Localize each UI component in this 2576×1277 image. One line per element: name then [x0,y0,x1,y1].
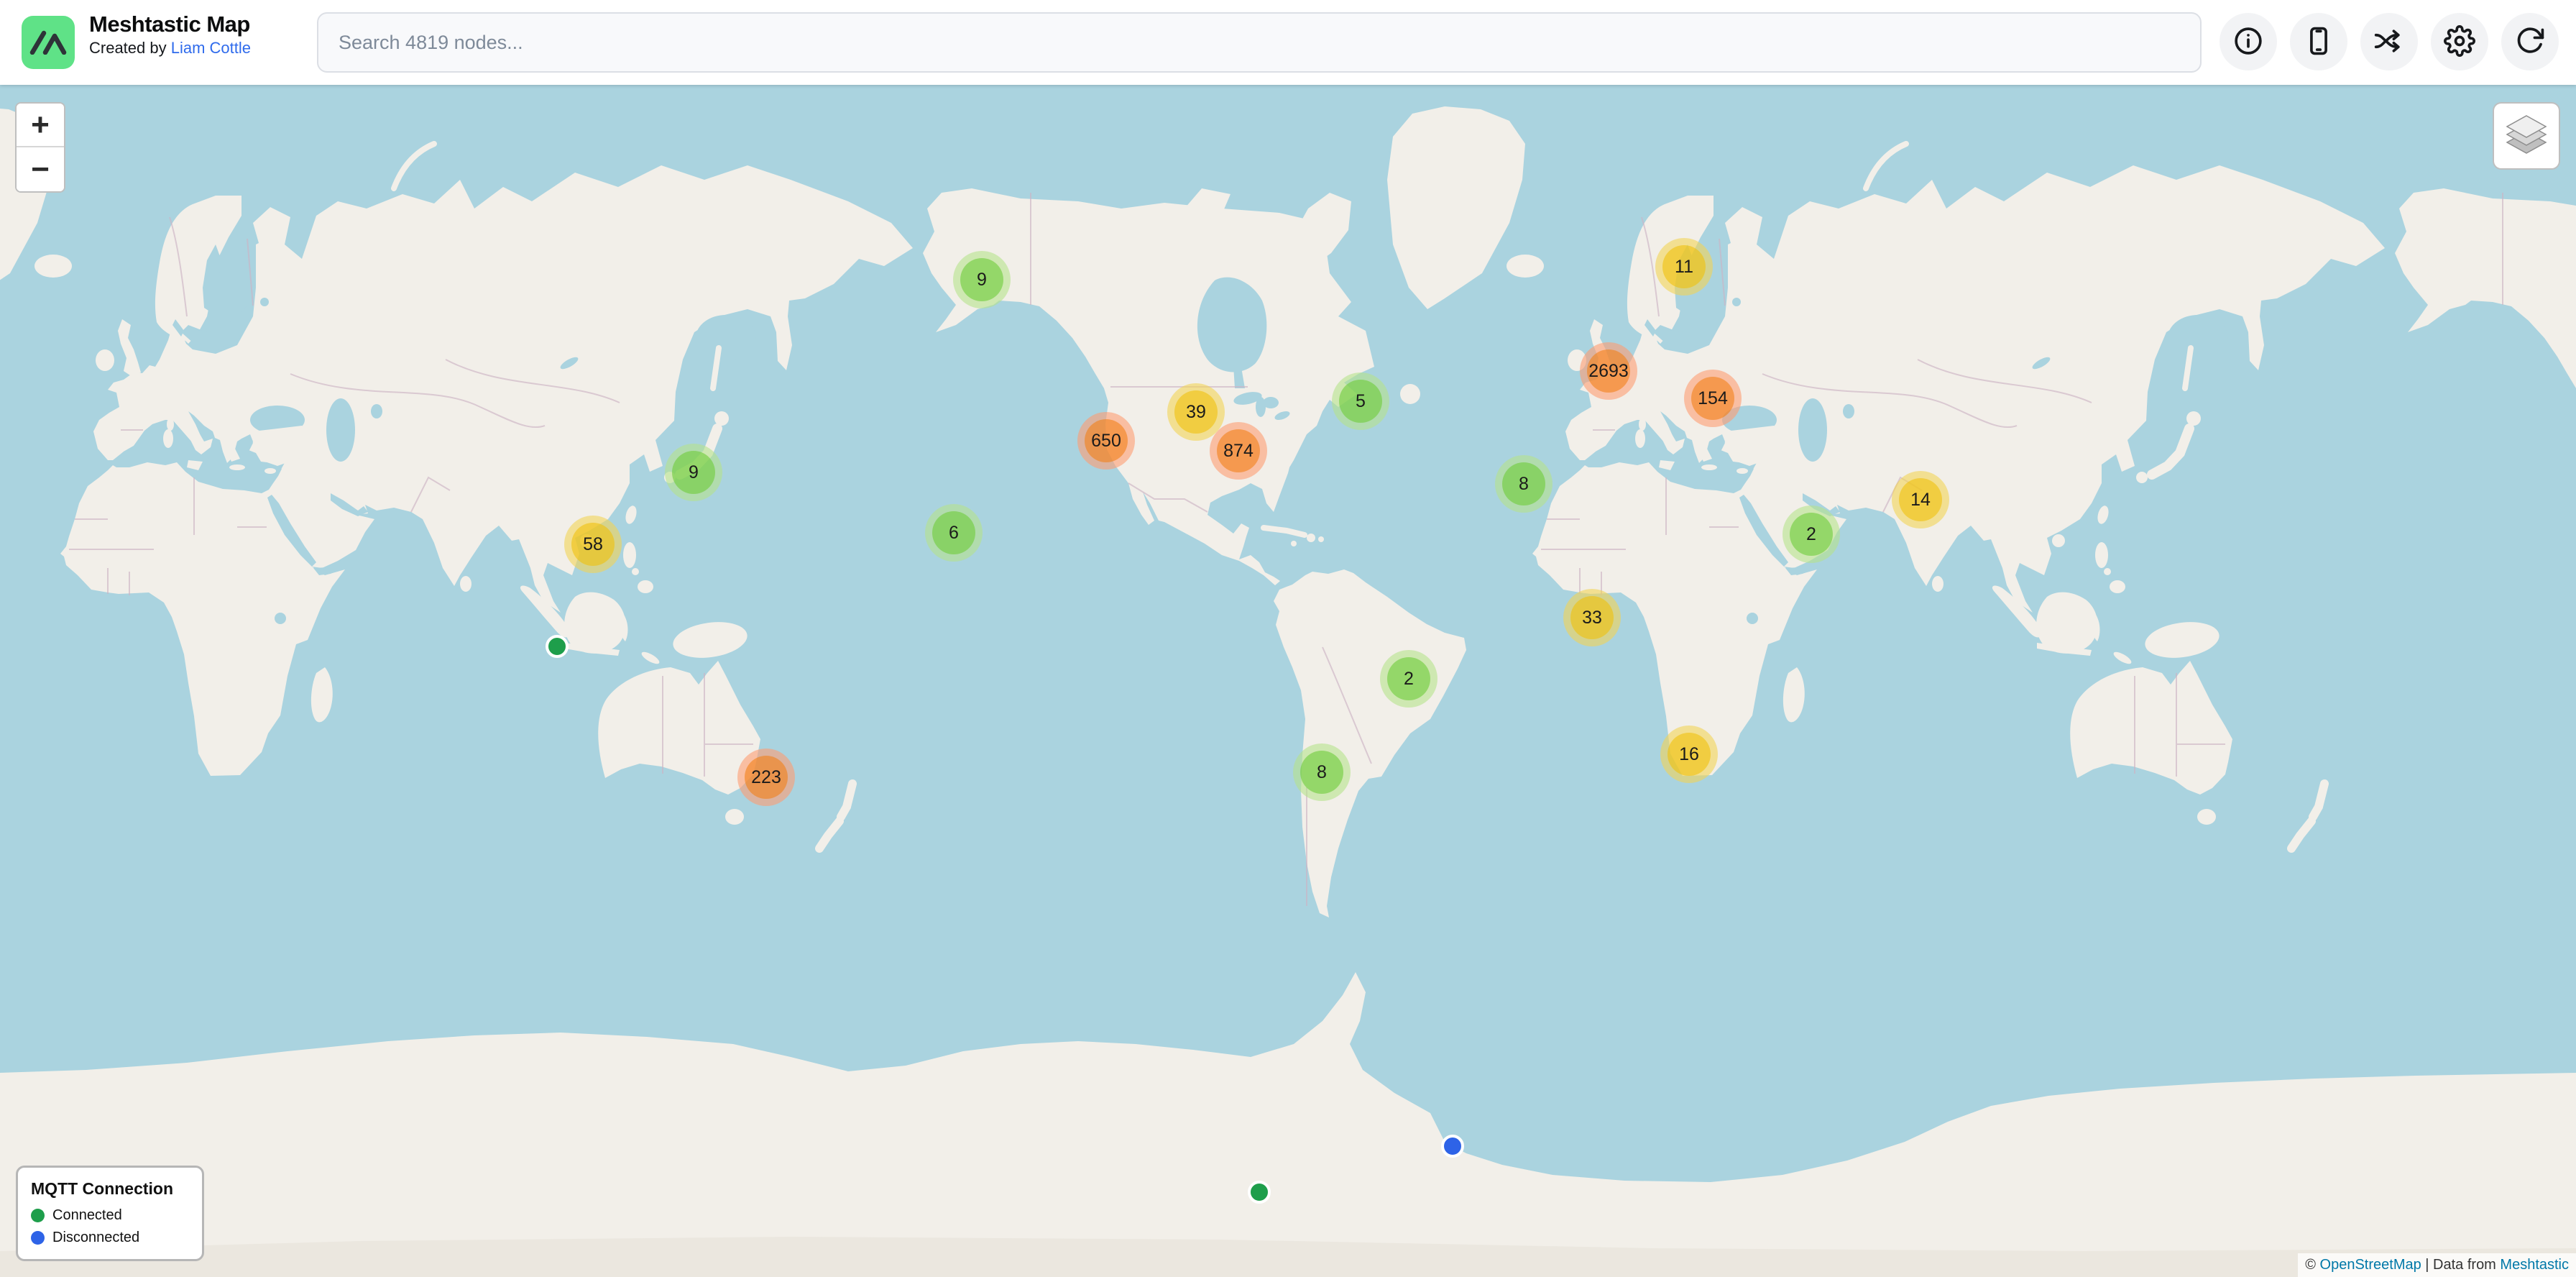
cluster-marker[interactable]: 2693 [1580,342,1637,400]
cluster-marker[interactable]: 6 [925,504,983,562]
cluster-marker[interactable]: 223 [737,749,795,806]
cluster-count: 6 [932,511,975,554]
shuffle-icon [2373,25,2405,59]
node-marker-disconnected[interactable] [1441,1135,1464,1158]
cluster-count: 223 [745,756,788,799]
node-marker-connected[interactable] [546,635,569,658]
zoom-control: + − [15,102,65,193]
cluster-marker[interactable]: 154 [1684,370,1742,427]
phone-icon [2303,25,2334,59]
author-link[interactable]: Liam Cottle [171,39,251,57]
gear-icon [2444,25,2475,59]
cluster-count: 39 [1174,390,1218,434]
meshtastic-logo-icon [22,16,75,69]
layers-icon [2504,114,2549,158]
random-node-button[interactable] [2360,13,2418,70]
cluster-count: 14 [1899,478,1942,521]
cluster-count: 8 [1300,751,1343,794]
cluster-count: 33 [1570,596,1614,639]
settings-button[interactable] [2431,13,2488,70]
title-block: Meshtastic Map Created by Liam Cottle [89,12,251,59]
cluster-marker[interactable]: 8 [1495,455,1552,513]
cluster-marker[interactable]: 8 [1293,743,1351,801]
cluster-count: 874 [1217,429,1260,472]
refresh-icon [2514,25,2546,59]
cluster-marker[interactable]: 11 [1655,238,1713,296]
layers-control-button[interactable] [2493,102,2560,170]
byline: Created by Liam Cottle [89,37,251,59]
page-title: Meshtastic Map [89,12,251,37]
cluster-marker[interactable]: 5 [1332,372,1389,430]
legend-item-label: Connected [52,1207,122,1224]
map-attribution: © OpenStreetMap | Data from Meshtastic [2298,1253,2576,1277]
legend-item-disconnected: Disconnected [31,1230,189,1246]
cluster-marker[interactable]: 16 [1660,726,1718,783]
cluster-count: 2693 [1587,349,1630,393]
legend-title: MQTT Connection [31,1179,189,1199]
zoom-out-button[interactable]: − [17,147,64,191]
mqtt-legend: MQTT Connection Connected Disconnected [16,1166,204,1261]
search-input[interactable] [317,12,2202,73]
cluster-count: 58 [571,523,615,566]
attribution-copyright: © [2305,1257,2319,1273]
legend-item-connected: Connected [31,1207,189,1224]
node-marker-connected[interactable] [1248,1181,1271,1204]
cluster-marker[interactable]: 2 [1782,505,1840,563]
cluster-count: 11 [1662,245,1706,288]
cluster-count: 2 [1387,657,1430,700]
info-icon [2232,25,2264,59]
refresh-button[interactable] [2501,13,2559,70]
legend-item-label: Disconnected [52,1230,139,1246]
cluster-count: 8 [1502,462,1545,505]
world-map [0,0,2576,1277]
cluster-count: 9 [960,258,1003,301]
meshtastic-link[interactable]: Meshtastic [2500,1257,2569,1273]
cluster-marker[interactable]: 14 [1892,471,1949,528]
disconnected-dot-icon [31,1231,45,1245]
cluster-count: 5 [1339,380,1382,423]
cluster-count: 154 [1691,377,1734,420]
cluster-marker[interactable]: 650 [1077,412,1135,470]
zoom-in-button[interactable]: + [17,104,64,147]
mobile-app-button[interactable] [2290,13,2347,70]
cluster-marker[interactable]: 33 [1563,589,1621,646]
connected-dot-icon [31,1209,45,1222]
cluster-marker[interactable]: 874 [1210,422,1267,480]
cluster-marker[interactable]: 9 [665,444,722,501]
cluster-count: 2 [1790,513,1833,556]
byline-prefix: Created by [89,39,171,57]
cluster-marker[interactable]: 2 [1380,650,1438,708]
app-header: Meshtastic Map Created by Liam Cottle [0,0,2576,85]
attribution-middle: | Data from [2421,1257,2501,1273]
info-button[interactable] [2220,13,2277,70]
osm-link[interactable]: OpenStreetMap [2320,1257,2421,1273]
cluster-count: 650 [1085,419,1128,462]
cluster-count: 16 [1668,733,1711,776]
cluster-count: 9 [672,451,715,494]
cluster-marker[interactable]: 58 [564,516,622,573]
cluster-marker[interactable]: 9 [953,251,1011,308]
